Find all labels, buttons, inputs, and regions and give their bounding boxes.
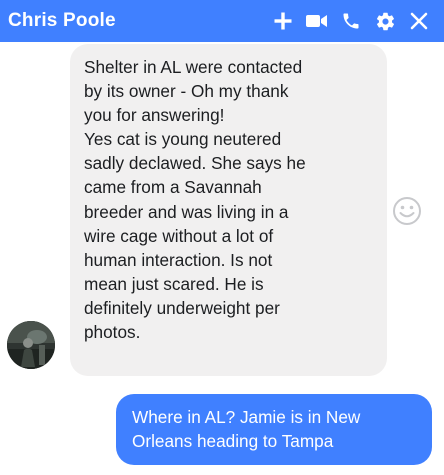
reaction-button[interactable]: [392, 196, 422, 226]
incoming-message-bubble[interactable]: Shelter in AL were contacted by its owne…: [70, 44, 387, 376]
voice-call-button[interactable]: [334, 0, 368, 42]
close-chat-button[interactable]: [402, 0, 436, 42]
video-camera-icon: [306, 15, 327, 27]
smiley-icon: [393, 197, 421, 225]
outgoing-message-bubble[interactable]: Where in AL? Jamie is in New Orleans hea…: [116, 394, 432, 465]
phone-icon: [343, 13, 359, 29]
add-people-button[interactable]: [266, 0, 300, 42]
avatar[interactable]: [7, 321, 55, 369]
gear-icon: [376, 12, 394, 30]
close-icon: [410, 12, 428, 30]
video-call-button[interactable]: [300, 0, 334, 42]
header-actions: [266, 0, 436, 42]
settings-button[interactable]: [368, 0, 402, 42]
chat-header: Chris Poole: [0, 0, 444, 42]
avatar-photo: [7, 321, 55, 369]
contact-name[interactable]: Chris Poole: [8, 10, 266, 32]
plus-icon: [274, 12, 292, 30]
